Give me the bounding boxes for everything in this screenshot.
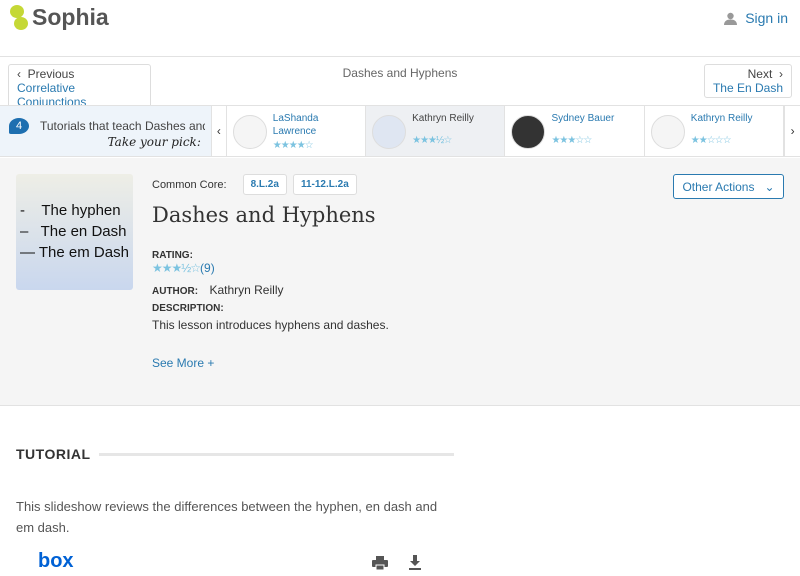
author-label: AUTHOR: [152, 286, 199, 297]
tutorial-thumbnail [650, 115, 685, 149]
user-icon [724, 12, 738, 25]
carousel-item[interactable]: Kathryn Reilly ★★☆☆☆ [645, 106, 785, 156]
lesson-title: Dashes and Hyphens [152, 203, 376, 227]
rating: RATING: ★★★½☆(9) [152, 250, 215, 275]
star-rating: ★★★½☆ [412, 135, 452, 146]
standard-tag[interactable]: 11-12.L.2a [292, 174, 357, 195]
next-title: The En Dash [712, 81, 783, 95]
common-core-label: Common Core: [152, 178, 227, 191]
carousel-intro: 4 Tutorials that teach Dashes and Hyphen… [0, 106, 211, 156]
other-actions-label: Other Actions [682, 179, 755, 194]
description-label: DESCRIPTION: [152, 303, 224, 314]
author-name: Kathryn Reilly [209, 283, 284, 297]
lesson-details: - The hyphen – The en Dash — The em Dash… [0, 158, 800, 406]
item-author: Sydney Bauer [551, 113, 615, 124]
chevron-right-icon: › [772, 67, 783, 81]
header: Sophia Sign in [0, 0, 800, 57]
chevron-right-icon: › [790, 124, 795, 138]
common-core: Common Core: 8.L.2a 11-12.L.2a [152, 174, 357, 195]
sign-in-link[interactable]: Sign in [724, 10, 788, 26]
next-label: Next [747, 67, 773, 81]
tutorial-carousel: 4 Tutorials that teach Dashes and Hyphen… [0, 105, 800, 157]
tutorial-count-badge: 4 [9, 118, 29, 134]
take-your-pick: Take your pick: [107, 135, 201, 149]
print-icon[interactable] [372, 556, 388, 570]
download-icon[interactable] [408, 555, 422, 570]
other-actions-button[interactable]: Other Actions ⌄ [673, 174, 784, 199]
tutorial-heading: TUTORIAL [16, 446, 454, 462]
star-rating: ★★★½☆ [152, 261, 201, 275]
star-rating: ★★★☆☆ [551, 135, 592, 146]
star-rating: ★★☆☆☆ [690, 135, 732, 146]
rating-count[interactable]: (9) [200, 261, 215, 275]
see-more-link[interactable]: See More + [152, 356, 214, 370]
current-lesson-title: Dashes and Hyphens [342, 66, 458, 80]
tutorial-thumbnail [372, 115, 407, 149]
carousel-item[interactable]: LaShanda Lawrence ★★★★☆ [227, 106, 367, 156]
author: AUTHOR: Kathryn Reilly [152, 283, 283, 297]
star-rating: ★★★★☆ [272, 140, 314, 151]
description-text: This lesson introduces hyphens and dashe… [152, 318, 389, 332]
carousel-item[interactable]: Kathryn Reilly ★★★½☆ [366, 106, 506, 156]
logo-text: Sophia [32, 4, 109, 30]
next-button[interactable]: Next › The En Dash [703, 64, 792, 98]
chevron-left-icon: ‹ [216, 124, 221, 138]
tutorial-description: This slideshow reviews the differences b… [16, 499, 438, 535]
divider [98, 452, 454, 456]
item-author: LaShanda Lawrence [272, 113, 319, 137]
item-author: Kathryn Reilly [412, 113, 474, 124]
lesson-cover-image: - The hyphen – The en Dash — The em Dash [16, 174, 133, 290]
carousel-intro-text: Tutorials that teach Dashes and Hyphens [40, 119, 205, 133]
rating-label: RATING: [152, 250, 193, 261]
description: DESCRIPTION: This lesson introduces hyph… [152, 303, 389, 332]
chevron-down-icon: ⌄ [764, 179, 775, 194]
standard-tag[interactable]: 8.L.2a [242, 174, 287, 195]
carousel-next-button[interactable]: › [784, 106, 800, 156]
sign-in-label: Sign in [745, 10, 788, 26]
box-logo: box [38, 550, 74, 572]
tutorial-thumbnail [232, 115, 267, 149]
sophia-logo[interactable]: Sophia [10, 4, 109, 31]
item-author: Kathryn Reilly [690, 113, 753, 124]
carousel-prev-button[interactable]: ‹ [210, 106, 227, 156]
tutorial-thumbnail [511, 115, 546, 149]
tutorial-title: TUTORIAL [16, 446, 91, 462]
logo-icon [10, 4, 28, 31]
carousel-item[interactable]: Sydney Bauer ★★★☆☆ [505, 106, 645, 156]
